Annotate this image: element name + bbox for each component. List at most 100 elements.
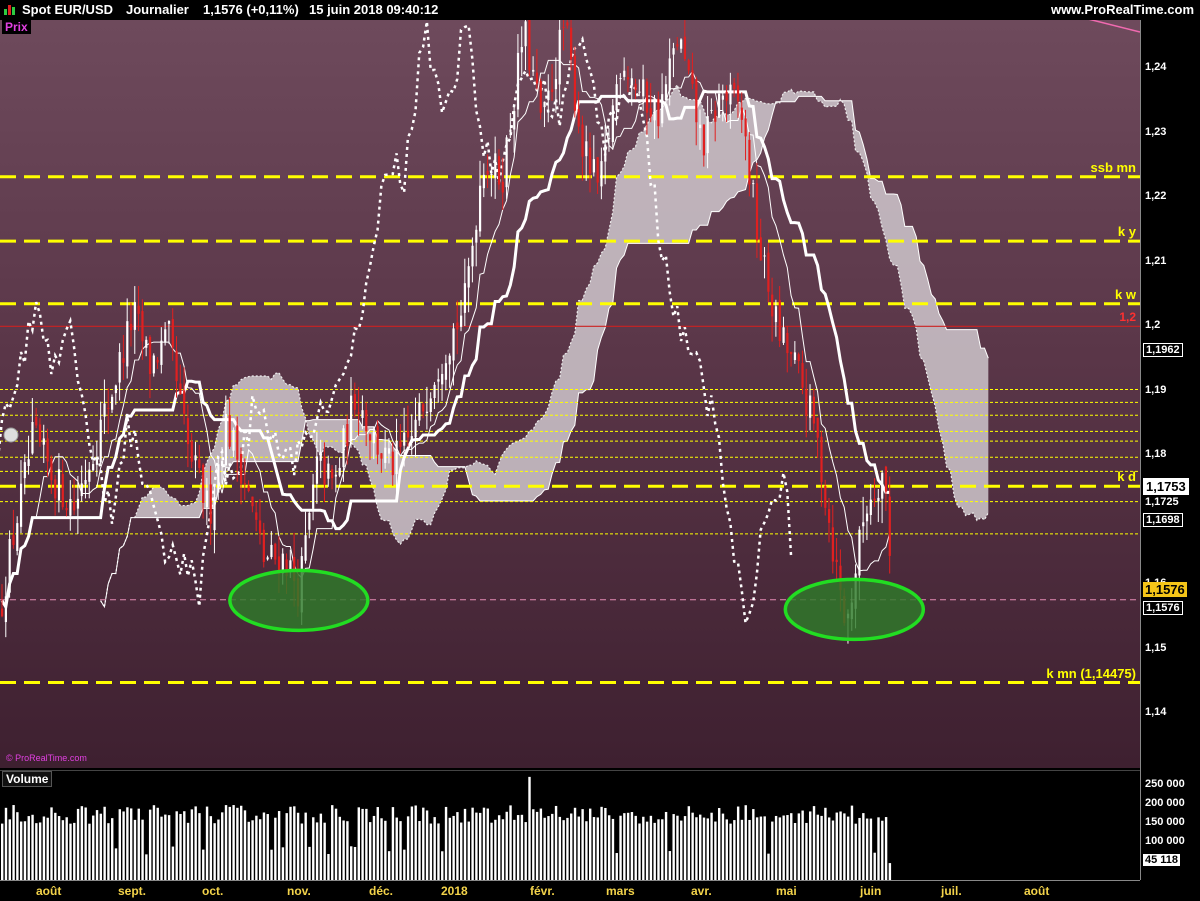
volume-bar bbox=[623, 813, 626, 880]
volume-bar bbox=[38, 822, 42, 880]
volume-bar bbox=[778, 817, 782, 880]
candle bbox=[672, 42, 675, 78]
candle bbox=[107, 388, 110, 434]
candle-body bbox=[391, 451, 394, 476]
candle bbox=[687, 58, 690, 75]
volume-bar bbox=[630, 812, 634, 880]
candle-body bbox=[387, 448, 391, 454]
candle-body bbox=[835, 559, 838, 563]
candle bbox=[171, 308, 174, 361]
candle-body bbox=[384, 447, 387, 463]
candle-body bbox=[752, 183, 755, 185]
volume-bar bbox=[80, 806, 84, 880]
volume-bar bbox=[145, 854, 148, 880]
volume-bar bbox=[183, 811, 186, 880]
candle bbox=[27, 435, 30, 475]
candle-body bbox=[323, 456, 326, 485]
volume-bar bbox=[247, 821, 250, 880]
candle bbox=[592, 135, 595, 177]
candle-body bbox=[202, 464, 205, 503]
volume-bar bbox=[672, 814, 675, 880]
volume-bar bbox=[164, 814, 167, 880]
candle-body bbox=[114, 385, 118, 394]
candle bbox=[239, 447, 243, 505]
volume-bar bbox=[353, 846, 357, 880]
candle-body bbox=[365, 409, 368, 432]
candle-body bbox=[232, 429, 235, 451]
volume-bar bbox=[312, 817, 315, 880]
candle-body bbox=[786, 332, 789, 354]
candle-body bbox=[744, 118, 747, 137]
candle bbox=[752, 179, 755, 198]
volume-bar bbox=[881, 820, 884, 880]
volume-bar bbox=[729, 823, 732, 880]
trend-line bbox=[1088, 20, 1140, 33]
volume-bar bbox=[175, 811, 178, 880]
level-label-0: ssb mn bbox=[1090, 159, 1136, 175]
candle bbox=[528, 20, 531, 77]
candle bbox=[668, 38, 671, 106]
volume-bar bbox=[95, 810, 99, 880]
candle-body bbox=[551, 89, 554, 92]
volume-bar bbox=[19, 821, 23, 880]
volume-bar bbox=[61, 820, 65, 880]
volume-bar bbox=[611, 818, 615, 880]
volume-bar bbox=[141, 819, 144, 880]
candle-body bbox=[566, 22, 569, 26]
time-tick: févr. bbox=[530, 884, 555, 898]
volume-bar bbox=[581, 809, 584, 880]
volume-bar bbox=[680, 820, 683, 880]
candle-body bbox=[414, 419, 417, 438]
level-label-4: k d bbox=[1117, 469, 1136, 485]
candle bbox=[444, 354, 448, 391]
volume-bar bbox=[368, 822, 372, 880]
volume-bar bbox=[315, 822, 319, 880]
price-tick: 1,21 bbox=[1145, 254, 1167, 267]
candle bbox=[122, 334, 125, 380]
candle bbox=[471, 237, 474, 283]
volume-bar bbox=[433, 817, 436, 880]
candle-body bbox=[680, 39, 683, 49]
level-label-5: k mn (1,14475) bbox=[1046, 665, 1136, 681]
candle-body bbox=[107, 407, 110, 409]
candle-body bbox=[820, 436, 823, 483]
volume-bar bbox=[122, 811, 125, 880]
candle bbox=[691, 52, 694, 90]
candle-body bbox=[183, 390, 186, 414]
candle-body bbox=[619, 78, 622, 80]
candle bbox=[619, 73, 622, 99]
price-panel[interactable]: ssb mn k y k w 1,2 k d k mn (1,14475) Prix © … bbox=[0, 20, 1140, 768]
time-tick: mars bbox=[606, 884, 635, 898]
candle-body bbox=[634, 83, 637, 91]
volume-bar bbox=[733, 820, 736, 880]
candle-body bbox=[509, 129, 512, 133]
level-label-3: 1,2 bbox=[1119, 310, 1136, 325]
candle bbox=[827, 497, 831, 543]
volume-bar bbox=[877, 817, 880, 880]
volume-bar bbox=[126, 807, 129, 880]
volume-bar bbox=[357, 807, 360, 880]
time-tick: août bbox=[36, 884, 62, 898]
volume-bar bbox=[255, 815, 258, 880]
candle-body bbox=[520, 46, 523, 53]
price-axis[interactable]: 1,241,231,221,211,21,191,181,171,161,151… bbox=[1140, 20, 1200, 880]
candle bbox=[589, 132, 592, 193]
volume-panel[interactable]: Volume bbox=[0, 770, 1140, 881]
time-tick: sept. bbox=[118, 884, 147, 898]
candle bbox=[99, 401, 102, 464]
candle-body bbox=[141, 311, 144, 342]
volume-bar bbox=[179, 813, 182, 880]
volume-bar bbox=[494, 819, 497, 880]
candle bbox=[323, 442, 326, 503]
volume-bar bbox=[634, 815, 637, 880]
candle-body bbox=[884, 466, 888, 492]
candle-body bbox=[84, 480, 87, 485]
time-tick: 2018 bbox=[441, 884, 468, 898]
candle-body bbox=[797, 354, 800, 362]
candle bbox=[414, 397, 417, 457]
candle bbox=[274, 542, 277, 565]
volume-bar bbox=[520, 814, 524, 880]
volume-bar bbox=[202, 849, 205, 880]
time-axis[interactable]: août sept. oct. nov. déc. 2018 févr. mars avr. ma… bbox=[0, 880, 1140, 901]
candle-body bbox=[46, 438, 49, 462]
